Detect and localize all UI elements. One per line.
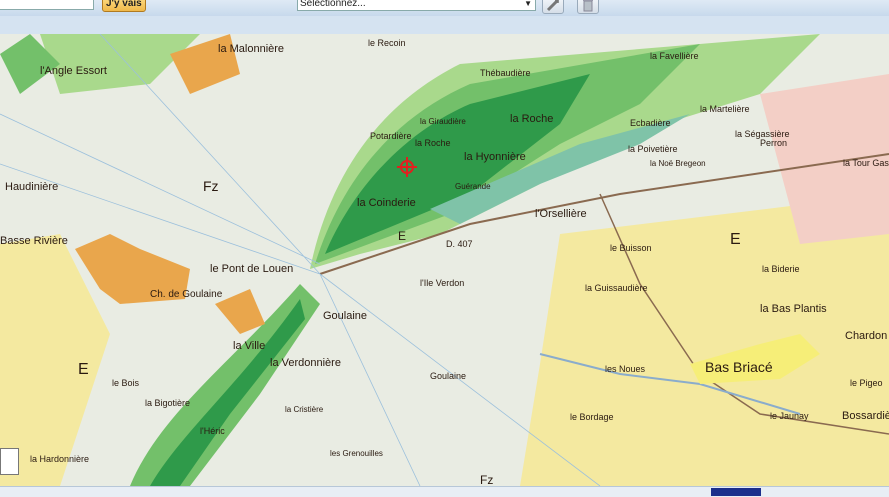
search-input[interactable] [0, 0, 94, 10]
map-label: E [398, 229, 406, 243]
map-label: la Ville [233, 340, 265, 352]
toolbar-separator [0, 16, 889, 35]
map-label: la Roche [510, 113, 553, 125]
map-label: le Bordage [570, 412, 614, 422]
map-label: la Bas Plantis [760, 303, 827, 315]
map-label: Haudinière [5, 181, 58, 193]
map-label: D. 407 [446, 239, 473, 249]
map-label: Ecbadière [630, 118, 671, 128]
map-label: les Noues [605, 364, 646, 374]
map-label: les Grenouilles [330, 449, 383, 458]
map-label: la Bigotière [145, 398, 190, 408]
map-label: la Noë Bregeon [650, 159, 706, 168]
map-label: la Hyonnière [464, 151, 526, 163]
map-label: Bossardière [842, 410, 889, 422]
map-label: le Bois [112, 378, 140, 388]
map-label: Potardière [370, 131, 412, 141]
map-label: la Giraudière [420, 117, 466, 126]
map-label: Guérande [455, 182, 491, 191]
eu-flag-logo [711, 488, 761, 496]
map-label: E [78, 361, 89, 378]
map-label: Thébaudière [480, 68, 531, 78]
measure-icon [546, 0, 560, 12]
map-label: l'Angle Essort [40, 65, 107, 77]
layer-select-value: Sélectionnez... [300, 0, 366, 9]
map-label: la Favellière [650, 51, 699, 61]
map-label: la Martelière [700, 104, 750, 114]
map-label: la Coinderie [357, 197, 416, 209]
map-label: Chardon [845, 330, 887, 342]
map-label: la Verdonnière [270, 357, 341, 369]
map-label: Fz [480, 473, 493, 486]
map-label: Basse Rivière [0, 235, 68, 247]
map-label: Ch. de Goulaine [150, 289, 223, 300]
map-label: le Pigeo [850, 378, 883, 388]
map-label: le Jaunay [770, 411, 809, 421]
chevron-down-icon: ▼ [524, 0, 532, 8]
map-label: la Malonnière [218, 43, 284, 55]
layer-select[interactable]: Sélectionnez... ▼ [297, 0, 536, 11]
map-label: la Roche [415, 138, 451, 148]
map-label: la Poivetière [628, 144, 678, 154]
toolbar: J'y vais Sélectionnez... ▼ [0, 0, 889, 16]
map-label: E [730, 231, 741, 248]
map-label: la Hardonnière [30, 454, 89, 464]
map-label: Perron [760, 138, 787, 148]
map-label: Fz [203, 178, 219, 194]
map-label: le Pont de Louen [210, 263, 293, 275]
map-label: l'Ile Verdon [420, 278, 464, 288]
map-label: la Cristière [285, 405, 324, 414]
zoom-control[interactable] [0, 448, 19, 475]
map-label: Bas Briacé [705, 359, 773, 375]
geological-map[interactable]: la Malonnière le Recoin l'Angle Essort l… [0, 34, 889, 486]
map-label: le Buisson [610, 243, 652, 253]
map-label: Goulaine [430, 371, 466, 381]
go-button[interactable]: J'y vais [102, 0, 146, 12]
map-label: la Biderie [762, 264, 800, 274]
map-label: le Recoin [368, 38, 406, 48]
map-label: la Tour Gast [843, 158, 889, 168]
map-label: la Guissaudière [585, 283, 648, 293]
trash-icon [583, 0, 593, 12]
measure-tool-button[interactable] [542, 0, 564, 14]
map-label: l'Héric [200, 426, 225, 436]
map-label: Goulaine [323, 310, 367, 322]
map-label: l'Orsellière [535, 208, 587, 220]
delete-tool-button[interactable] [577, 0, 599, 14]
